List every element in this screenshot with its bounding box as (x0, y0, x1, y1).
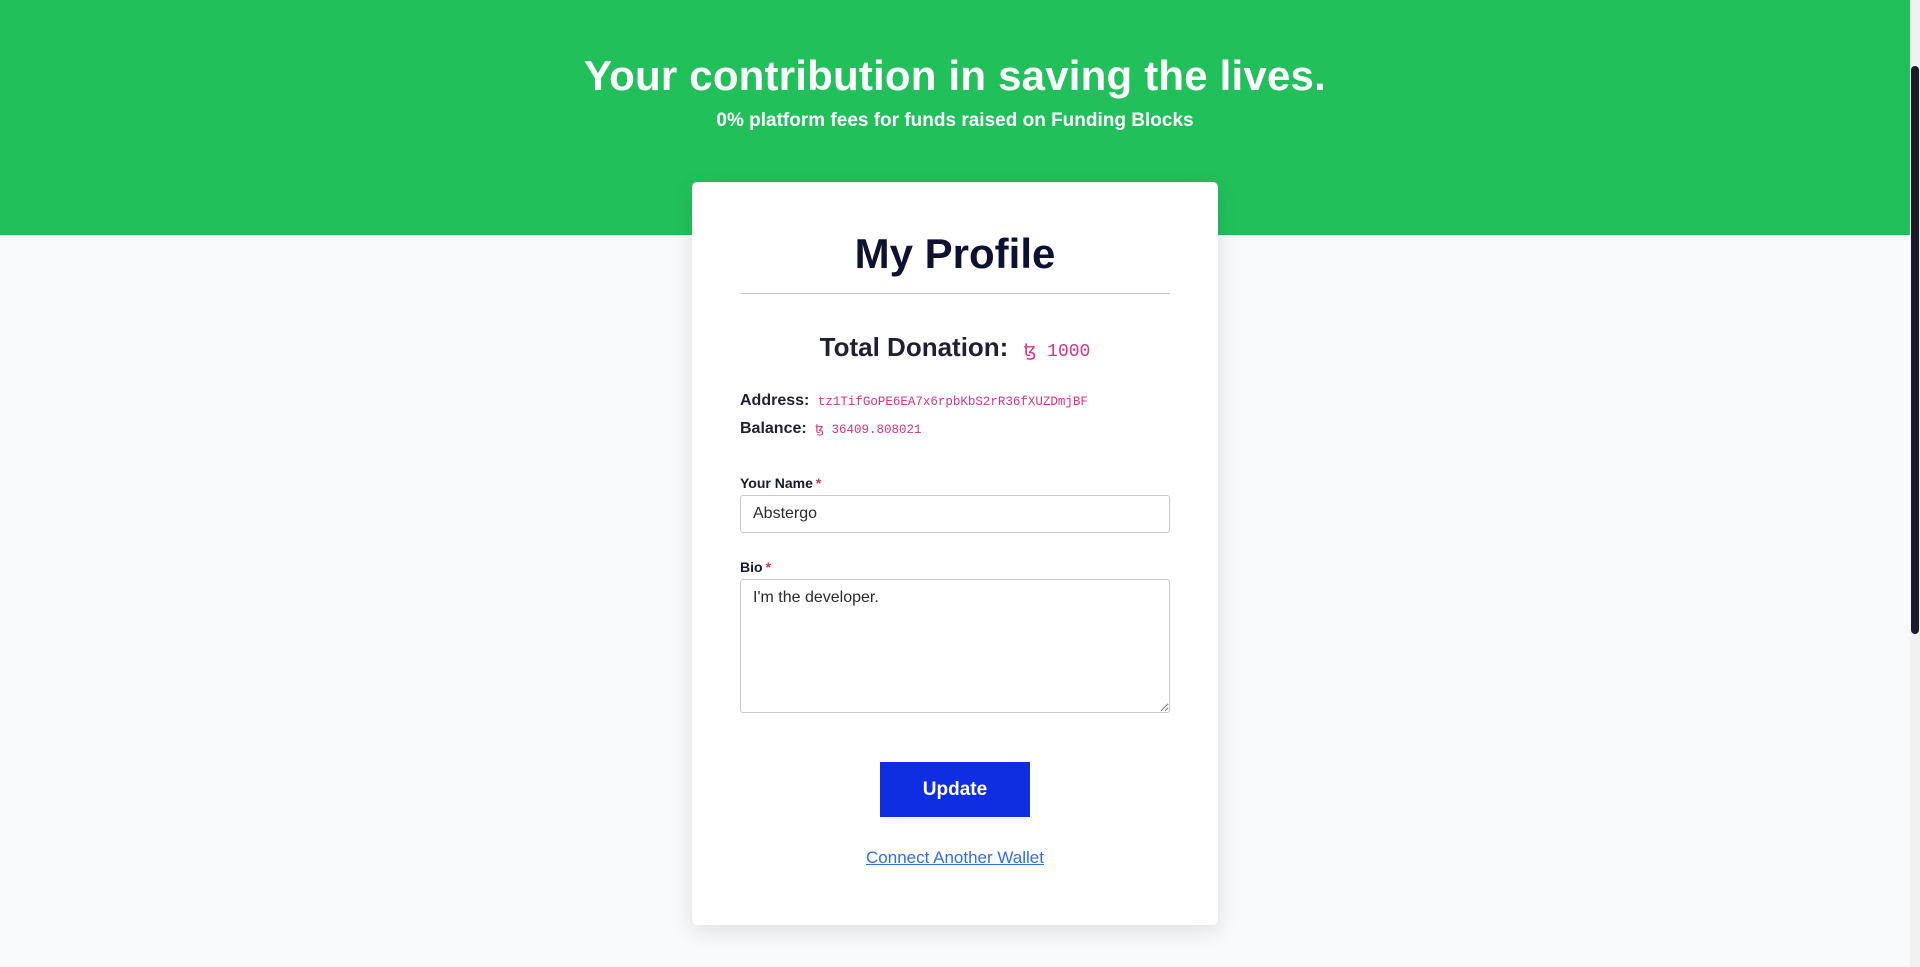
scrollbar-thumb[interactable] (1911, 66, 1919, 634)
hero-subtitle: 0% platform fees for funds raised on Fun… (716, 110, 1194, 131)
page-scrollbar[interactable] (1910, 0, 1920, 967)
bio-label: Bio * (740, 559, 771, 575)
bio-label-text: Bio (740, 559, 763, 575)
total-donation-label: Total Donation: (819, 332, 1009, 362)
update-button[interactable]: Update (880, 762, 1030, 817)
page-title: My Profile (854, 230, 1056, 277)
profile-card: My Profile Total Donation: ꜩ 1000 Addres… (692, 182, 1218, 925)
connect-wallet-link[interactable]: Connect Another Wallet (692, 848, 1218, 868)
bio-textarea[interactable]: I'm the developer. (740, 579, 1170, 713)
required-marker: * (815, 475, 822, 491)
address-label: Address: (740, 392, 810, 409)
balance-row: Balance: ꜩ 36409.808021 (740, 420, 922, 438)
name-label-text: Your Name (740, 475, 813, 491)
name-label: Your Name * (740, 475, 821, 491)
divider (740, 293, 1170, 294)
balance-value: ꜩ 36409.808021 (815, 423, 922, 437)
address-value: tz1TifGoPE6EA7x6rpbKbS2rR36fXUZDmjBF (817, 395, 1088, 409)
address-row: Address: tz1TifGoPE6EA7x6rpbKbS2rR36fXUZ… (740, 392, 1088, 410)
name-input[interactable] (740, 495, 1170, 533)
total-donation: Total Donation: ꜩ 1000 (692, 332, 1218, 363)
total-donation-value: ꜩ 1000 (1023, 342, 1091, 362)
hero-title: Your contribution in saving the lives. (584, 52, 1326, 99)
balance-label: Balance: (740, 420, 807, 437)
required-marker: * (765, 559, 772, 575)
